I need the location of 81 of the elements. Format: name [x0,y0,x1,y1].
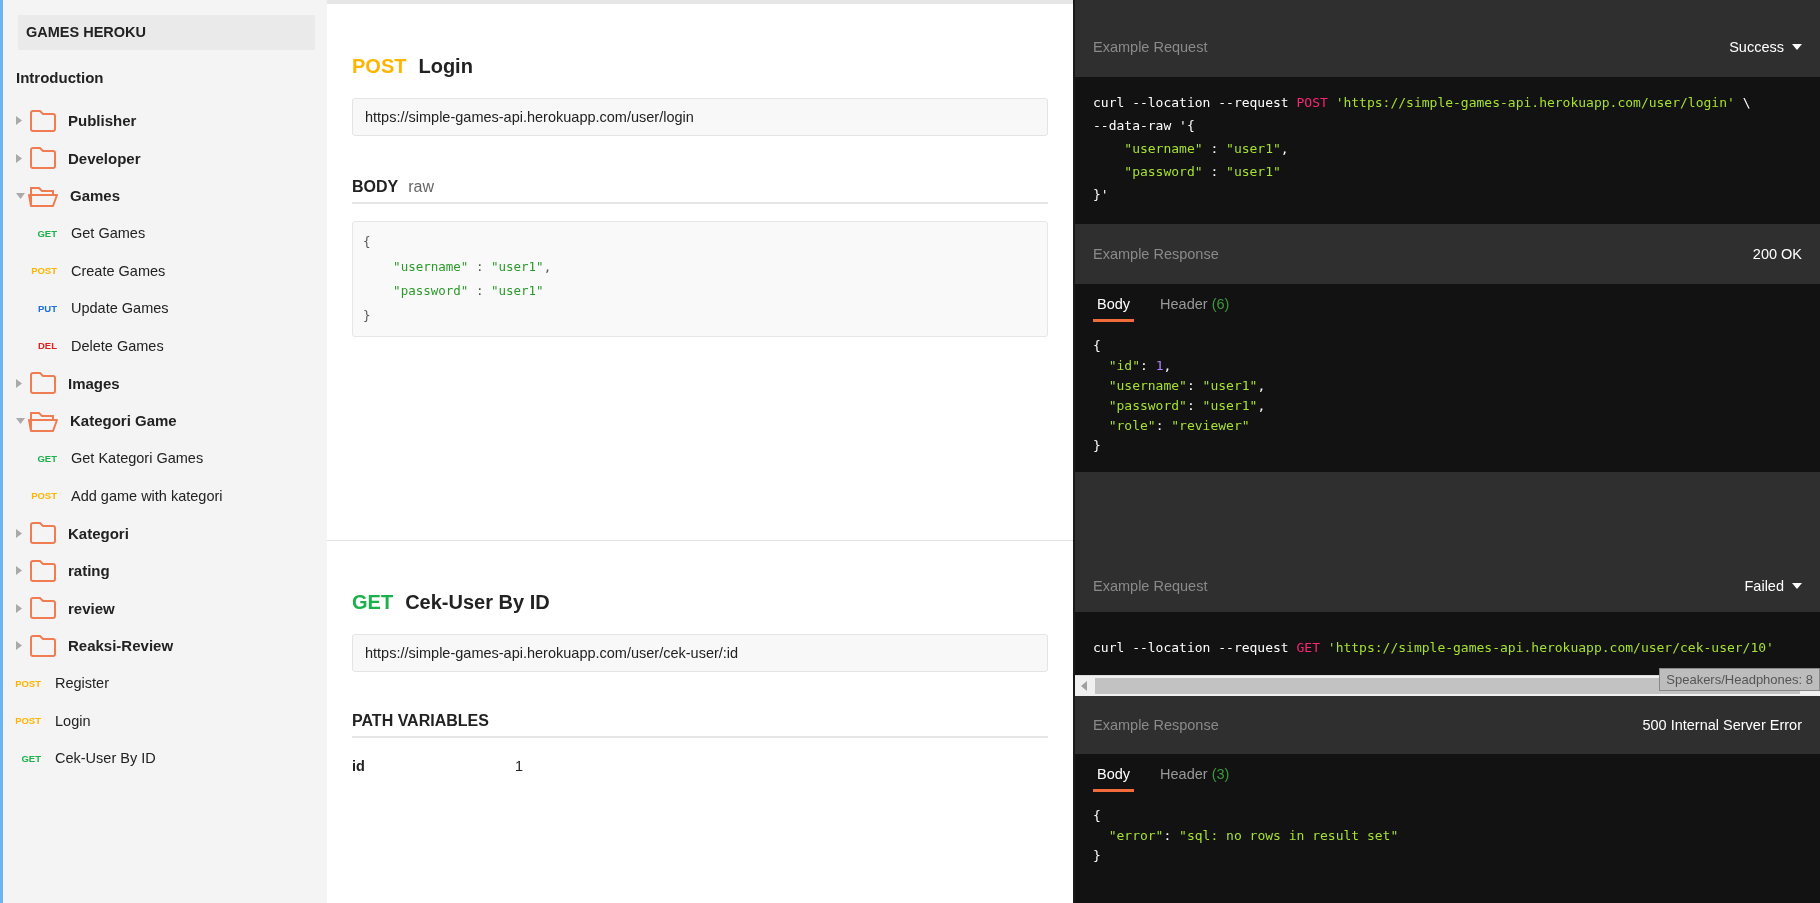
caret-down-icon [1792,583,1802,589]
request-item[interactable]: Create Games [71,262,166,279]
folder-icon [30,109,56,132]
introduction-link[interactable]: Introduction [16,68,327,88]
response-status: 200 OK [1752,246,1802,262]
method-label: GET [20,752,41,764]
code-line: { [363,233,371,251]
code-line: }' [1093,186,1109,204]
code-line: "role": "reviewer" [1107,417,1250,435]
endpoint-title: Login [418,54,473,78]
method-label: POST [30,265,57,277]
code-line: "username" : "user1", [392,257,552,276]
code-line: "id": 1, [1107,357,1172,375]
section-label: Example Response [1093,717,1219,733]
code-line: { [1093,337,1101,355]
code-line: { [1093,807,1101,825]
folder-icon [30,634,56,657]
method-label: GET [36,452,57,464]
code-line: "username" : "user1", [1123,140,1289,158]
folder-icon [30,597,56,620]
folder-label[interactable]: Images [68,374,120,392]
response-tab[interactable]: Header (3) [1156,762,1234,792]
section-label: Example Request [1093,39,1208,55]
code-line: "password": "user1", [1107,397,1266,415]
open-folder-icon [28,184,58,207]
section-label: Example Request [1093,578,1208,594]
request-item[interactable]: Get Kategori Games [71,450,204,467]
folder-label[interactable]: Kategori Game [70,412,177,430]
request-item[interactable]: Delete Games [71,337,164,354]
request-item[interactable]: Cek-User By ID [55,750,156,767]
variable-value: 1 [515,758,524,774]
request-item[interactable]: Login [55,712,91,729]
request-item[interactable]: Add game with kategori [71,487,223,504]
folder-icon [30,559,56,582]
response-status: 500 Internal Server Error [1642,717,1802,733]
variable-name: id [352,758,366,774]
method-label: POST [30,490,57,502]
code-line: } [1093,847,1101,865]
folder-label[interactable]: Publisher [68,112,137,130]
open-folder-icon [28,409,58,432]
tooltip: Speakers/Headphones: 8 [1659,668,1820,691]
folder-icon [30,522,56,545]
request-item[interactable]: Update Games [71,300,169,317]
status-dropdown[interactable]: Failed [1744,578,1802,594]
method-label: PUT [37,302,57,314]
code-line: "username": "user1", [1107,377,1266,395]
folder-label[interactable]: Games [70,187,121,205]
section-heading: PATH VARIABLES [352,712,489,730]
method-label: DEL [37,340,57,352]
code-line: } [1093,437,1101,455]
folder-label[interactable]: review [68,599,115,617]
folder-label[interactable]: Kategori [68,524,129,542]
status-dropdown[interactable]: Success [1729,39,1802,55]
code-line: curl --location --request GET 'https://simple-games-api.herokuapp.com/user/cek-user/10' [1093,639,1774,657]
code-line: --data-raw '{ [1093,117,1195,135]
folder-icon [30,147,56,170]
collection-title: GAMES HEROKU [18,15,315,50]
code-line: "password" : "user1" [1123,163,1281,181]
url-field[interactable]: https://simple-games-api.herokuapp.com/user/login [352,98,1048,136]
method-label: POST [14,715,41,727]
request-item[interactable]: Register [55,675,109,692]
code-line: } [363,306,371,325]
url-field[interactable]: https://simple-games-api.herokuapp.com/user/cek-user/:id [352,634,1048,672]
endpoint-title: Cek-User By ID [405,590,550,614]
section-heading: BODY [352,178,399,196]
folder-icon [30,372,56,395]
code-line: "password" : "user1" [392,282,544,300]
folder-label[interactable]: rating [68,562,110,580]
method-label: GET [36,227,57,239]
request-item[interactable]: Get Games [71,225,146,242]
http-method: POST [352,54,407,78]
http-method: GET [352,590,394,614]
folder-label[interactable]: Reaksi-Review [68,637,174,655]
caret-down-icon [1792,44,1802,50]
body-mode: raw [408,178,434,196]
code-line: curl --location --request POST 'https://simple-games-api.herokuapp.com/user/login' \ [1093,94,1751,112]
folder-label[interactable]: Developer [68,149,141,167]
response-tab[interactable]: Header (6) [1156,292,1234,322]
code-line: "error": "sql: no rows in result set" [1107,827,1399,845]
method-label: POST [14,677,41,689]
section-label: Example Response [1093,246,1219,262]
